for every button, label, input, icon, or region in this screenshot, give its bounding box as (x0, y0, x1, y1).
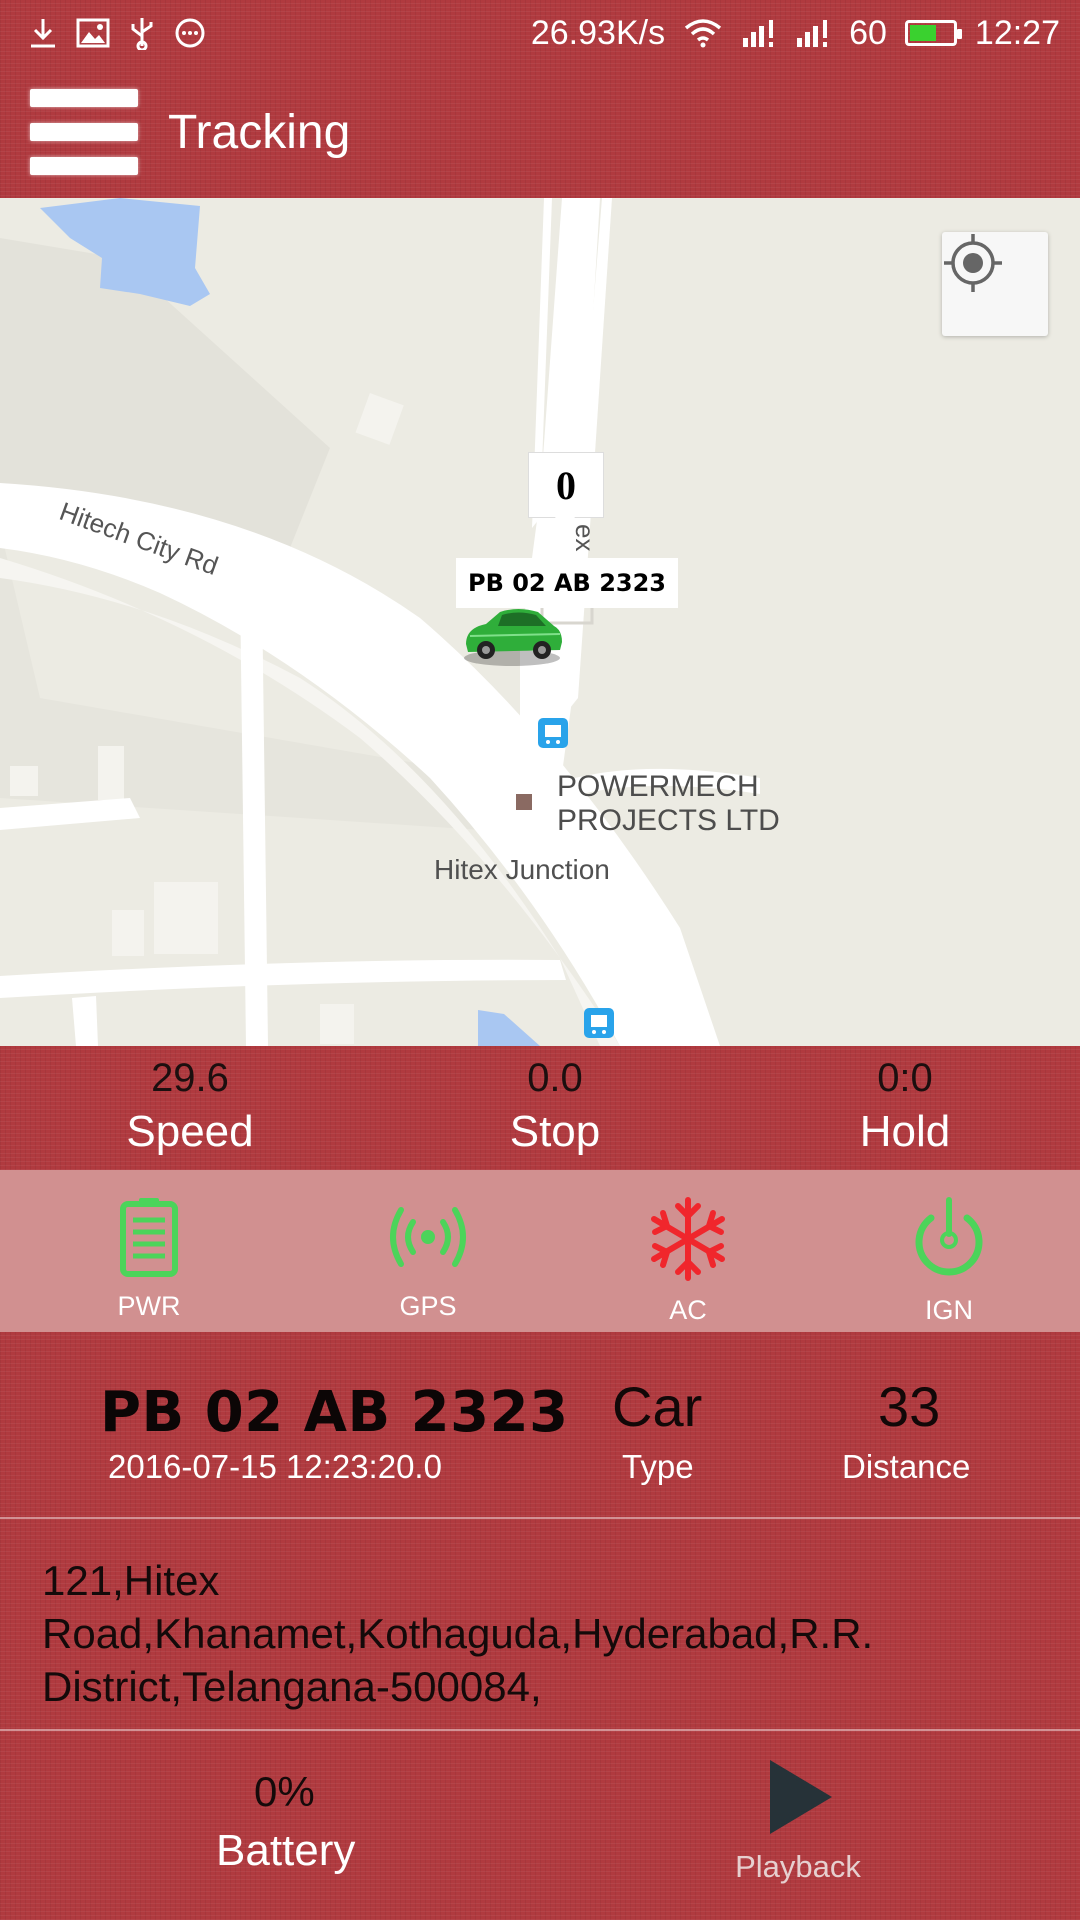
divider-2 (0, 1729, 1080, 1731)
speed-stat: 29.6 Speed (110, 1056, 270, 1157)
my-location-icon (944, 234, 1002, 292)
usb-icon (128, 16, 156, 50)
snowflake-icon (651, 1197, 725, 1281)
status-bar: 26.93K/s 60 12:27 (0, 0, 1080, 66)
count-badge[interactable]: 0 (528, 452, 604, 531)
hamburger-menu-icon[interactable] (30, 89, 138, 175)
status-indicators: PWR GPS AC IGN (0, 1170, 1080, 1332)
poi-label: POWERMECH PROJECTS LTD (557, 770, 780, 838)
battery-icon (120, 1198, 178, 1277)
address-line-1: 121,Hitex (42, 1557, 220, 1604)
stats-row: 29.6 Speed 0.0 Stop 0:0 Hold (0, 1046, 1080, 1170)
playback-label: Playback (735, 1849, 861, 1884)
indicator-ign-label: IGN (924, 1295, 973, 1325)
bus-stop-icon (538, 718, 568, 748)
vehicle-map-label[interactable]: PB 02 AB 2323 (456, 558, 678, 608)
clock: 12:27 (974, 13, 1060, 52)
address-text: 121,Hitex Road,Khanamet,Kothaguda,Hydera… (42, 1554, 1002, 1713)
image-icon (76, 18, 110, 48)
indicator-ac[interactable]: AC (613, 1196, 763, 1326)
stop-label: Stop (509, 1107, 601, 1156)
battery-status-icon (904, 20, 962, 46)
stop-value: 0.0 (527, 1056, 583, 1100)
wifi-icon (683, 18, 723, 48)
address-line-2: Road,Khanamet,Kothaguda,Hyderabad,R.R. (42, 1610, 874, 1657)
last-update-timestamp: 2016-07-15 12:23:20.0 (108, 1448, 442, 1485)
more-notifications-icon (174, 17, 206, 49)
hold-label: Hold (859, 1107, 951, 1156)
vehicle-type-label: Type (622, 1448, 694, 1485)
indicator-gps-label: GPS (399, 1291, 457, 1321)
cell-signal-2-icon (795, 18, 831, 48)
network-speed: 26.93K/s (530, 13, 666, 52)
battery-percent: 60 (849, 13, 887, 52)
address-line-3: District,Telangana-500084, (42, 1663, 542, 1710)
device-battery-value: 0% (254, 1768, 315, 1815)
playback-button[interactable]: Playback (726, 1756, 870, 1886)
indicator-ac-label: AC (669, 1295, 707, 1325)
vehicle-plate: PB 02 AB 2323 (100, 1380, 569, 1445)
hold-stat: 0:0 Hold (825, 1056, 985, 1157)
cell-signal-icon (741, 18, 777, 48)
distance-label: Distance (842, 1448, 971, 1485)
vehicle-summary: PB 02 AB 2323 2016-07-15 12:23:20.0 Car … (0, 1332, 1080, 1518)
page-title: Tracking (168, 105, 351, 159)
poi-line-2: PROJECTS LTD (557, 804, 780, 837)
hold-value: 0:0 (877, 1056, 933, 1100)
download-icon (28, 17, 58, 49)
my-location-button[interactable] (942, 232, 1048, 336)
play-icon (770, 1760, 832, 1834)
gps-signal-icon (390, 1207, 466, 1267)
divider (0, 1517, 1080, 1519)
distance-value: 33 (878, 1375, 941, 1438)
map-view[interactable]: Hitech City Rd ex POWERMECH PROJECTS LTD… (0, 198, 1080, 1046)
indicator-pwr-label: PWR (117, 1291, 181, 1321)
junction-label: Hitex Junction (434, 854, 610, 885)
map-canvas (0, 198, 760, 1046)
vehicle-type-value: Car (612, 1375, 703, 1438)
indicator-ign[interactable]: IGN (874, 1196, 1024, 1326)
stop-stat: 0.0 Stop (475, 1056, 635, 1157)
speed-value: 29.6 (151, 1056, 229, 1100)
device-battery-label: Battery (216, 1826, 356, 1875)
indicator-pwr[interactable]: PWR (74, 1196, 224, 1322)
power-icon (915, 1197, 983, 1276)
speed-label: Speed (126, 1107, 254, 1156)
poi-line-1: POWERMECH (557, 770, 759, 803)
bus-stop-icon-2 (584, 1008, 614, 1038)
indicator-gps[interactable]: GPS (353, 1196, 503, 1322)
app-bar: Tracking (0, 66, 1080, 198)
